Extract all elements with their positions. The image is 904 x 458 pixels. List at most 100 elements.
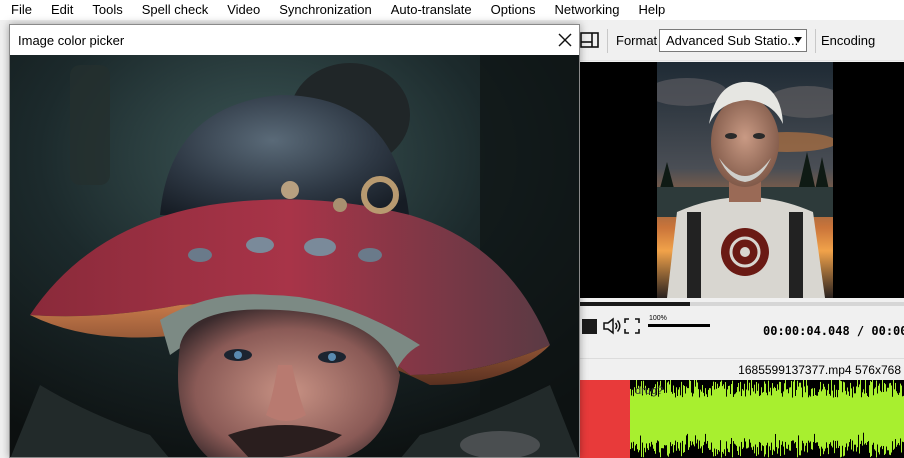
waveform-bar bbox=[896, 391, 897, 447]
waveform-bar bbox=[849, 395, 850, 443]
waveform-bar bbox=[632, 389, 633, 449]
waveform-bar bbox=[703, 392, 704, 446]
waveform-bar bbox=[682, 397, 683, 441]
volume-icon[interactable] bbox=[602, 317, 622, 335]
format-select[interactable]: Advanced Sub Statio... bbox=[659, 29, 807, 52]
waveform-bar bbox=[816, 395, 817, 443]
waveform-bar bbox=[885, 384, 886, 454]
media-info-strip: 1685599137377.mp4 576x768 bbox=[580, 358, 904, 380]
waveform-bar bbox=[829, 394, 830, 444]
waveform-bar bbox=[760, 395, 761, 443]
waveform-bar bbox=[701, 391, 702, 447]
menu-video[interactable]: Video bbox=[218, 0, 270, 20]
waveform-bar bbox=[680, 395, 681, 443]
waveform-bar bbox=[765, 383, 766, 455]
menu-edit[interactable]: Edit bbox=[41, 0, 82, 20]
menu-help[interactable]: Help bbox=[629, 0, 675, 20]
video-player[interactable] bbox=[580, 62, 904, 298]
menu-synchronization[interactable]: Synchronization bbox=[270, 0, 382, 20]
waveform-bar bbox=[858, 387, 859, 435]
waveform-bar bbox=[811, 388, 812, 450]
waveform-bar bbox=[752, 388, 753, 450]
waveform-bar bbox=[771, 395, 772, 443]
waveform-bar bbox=[748, 390, 749, 448]
waveform-bar bbox=[900, 383, 901, 439]
waveform-bar bbox=[859, 384, 860, 454]
waveform-bar bbox=[747, 380, 748, 449]
toolbar: Format Advanced Sub Statio... Encoding bbox=[580, 21, 904, 61]
waveform-bar bbox=[869, 385, 870, 453]
waveform-bar bbox=[825, 389, 826, 449]
waveform-bar bbox=[870, 380, 871, 458]
close-icon[interactable] bbox=[557, 32, 573, 48]
waveform-bar bbox=[802, 397, 803, 441]
video-progress-bar[interactable] bbox=[580, 302, 904, 306]
waveform-bar bbox=[662, 389, 663, 449]
waveform-bar bbox=[727, 389, 728, 449]
layout-icon[interactable] bbox=[580, 30, 600, 50]
waveform-bar bbox=[729, 385, 730, 453]
menu-spell-check[interactable]: Spell check bbox=[132, 0, 217, 20]
waveform-bar bbox=[631, 395, 632, 443]
menu-options[interactable]: Options bbox=[481, 0, 545, 20]
menu-file[interactable]: File bbox=[0, 0, 41, 20]
waveform-bar bbox=[663, 389, 664, 449]
waveform-bar bbox=[845, 390, 846, 448]
waveform-bar bbox=[776, 390, 777, 448]
waveform-bar bbox=[665, 380, 666, 446]
waveform-bar bbox=[723, 384, 724, 454]
stop-button[interactable] bbox=[582, 319, 597, 334]
waveform-bar bbox=[651, 396, 652, 442]
waveform-bar bbox=[647, 389, 648, 449]
waveform-bar bbox=[889, 383, 890, 455]
waveform-bar bbox=[873, 395, 874, 443]
waveform-bar bbox=[884, 383, 885, 455]
waveform-bar bbox=[697, 382, 698, 440]
waveform-bar bbox=[741, 396, 742, 442]
waveform-bar bbox=[861, 397, 862, 441]
color-picker-image[interactable] bbox=[10, 55, 579, 457]
menu-networking[interactable]: Networking bbox=[545, 0, 629, 20]
waveform-bar bbox=[757, 390, 758, 448]
audio-waveform[interactable]: drug? bbox=[580, 380, 904, 458]
waveform-bar bbox=[819, 389, 820, 449]
waveform-bar bbox=[902, 396, 903, 442]
waveform-bar bbox=[742, 389, 743, 449]
waveform-bar bbox=[664, 392, 665, 446]
waveform-bar bbox=[672, 393, 673, 445]
waveform-bar bbox=[831, 380, 832, 446]
waveform-bar bbox=[718, 387, 719, 451]
menu-tools[interactable]: Tools bbox=[83, 0, 132, 20]
waveform-bar bbox=[720, 381, 721, 441]
waveform-bar bbox=[803, 380, 804, 444]
waveform-bar bbox=[685, 393, 686, 445]
waveform-bar bbox=[865, 380, 866, 444]
chevron-down-icon bbox=[794, 37, 802, 43]
waveform-bar bbox=[756, 381, 757, 457]
waveform-bar bbox=[824, 386, 825, 452]
waveform-bar bbox=[805, 392, 806, 446]
menu-auto-translate[interactable]: Auto-translate bbox=[381, 0, 481, 20]
waveform-bar bbox=[716, 388, 717, 450]
waveform-bar bbox=[772, 383, 773, 455]
waveform-bar bbox=[836, 389, 837, 449]
fullscreen-icon[interactable] bbox=[624, 318, 640, 334]
waveform-bar bbox=[877, 393, 878, 445]
waveform-bar bbox=[872, 380, 873, 445]
waveform-bar bbox=[828, 383, 829, 455]
waveform-bar bbox=[750, 395, 751, 443]
toolbar-separator bbox=[607, 29, 608, 53]
waveform-bar bbox=[864, 393, 865, 445]
waveform-bar bbox=[898, 394, 899, 444]
volume-slider[interactable] bbox=[648, 324, 710, 327]
waveform-bar bbox=[705, 388, 706, 434]
waveform-bar bbox=[856, 386, 857, 452]
waveform-bar bbox=[852, 397, 853, 441]
waveform-bar bbox=[835, 397, 836, 441]
waveform-bar bbox=[639, 387, 640, 451]
waveform-bar bbox=[777, 384, 778, 454]
waveform-bar bbox=[658, 396, 659, 442]
waveform-bar bbox=[773, 388, 774, 450]
waveform-bar bbox=[691, 392, 692, 446]
waveform-bar bbox=[707, 397, 708, 441]
